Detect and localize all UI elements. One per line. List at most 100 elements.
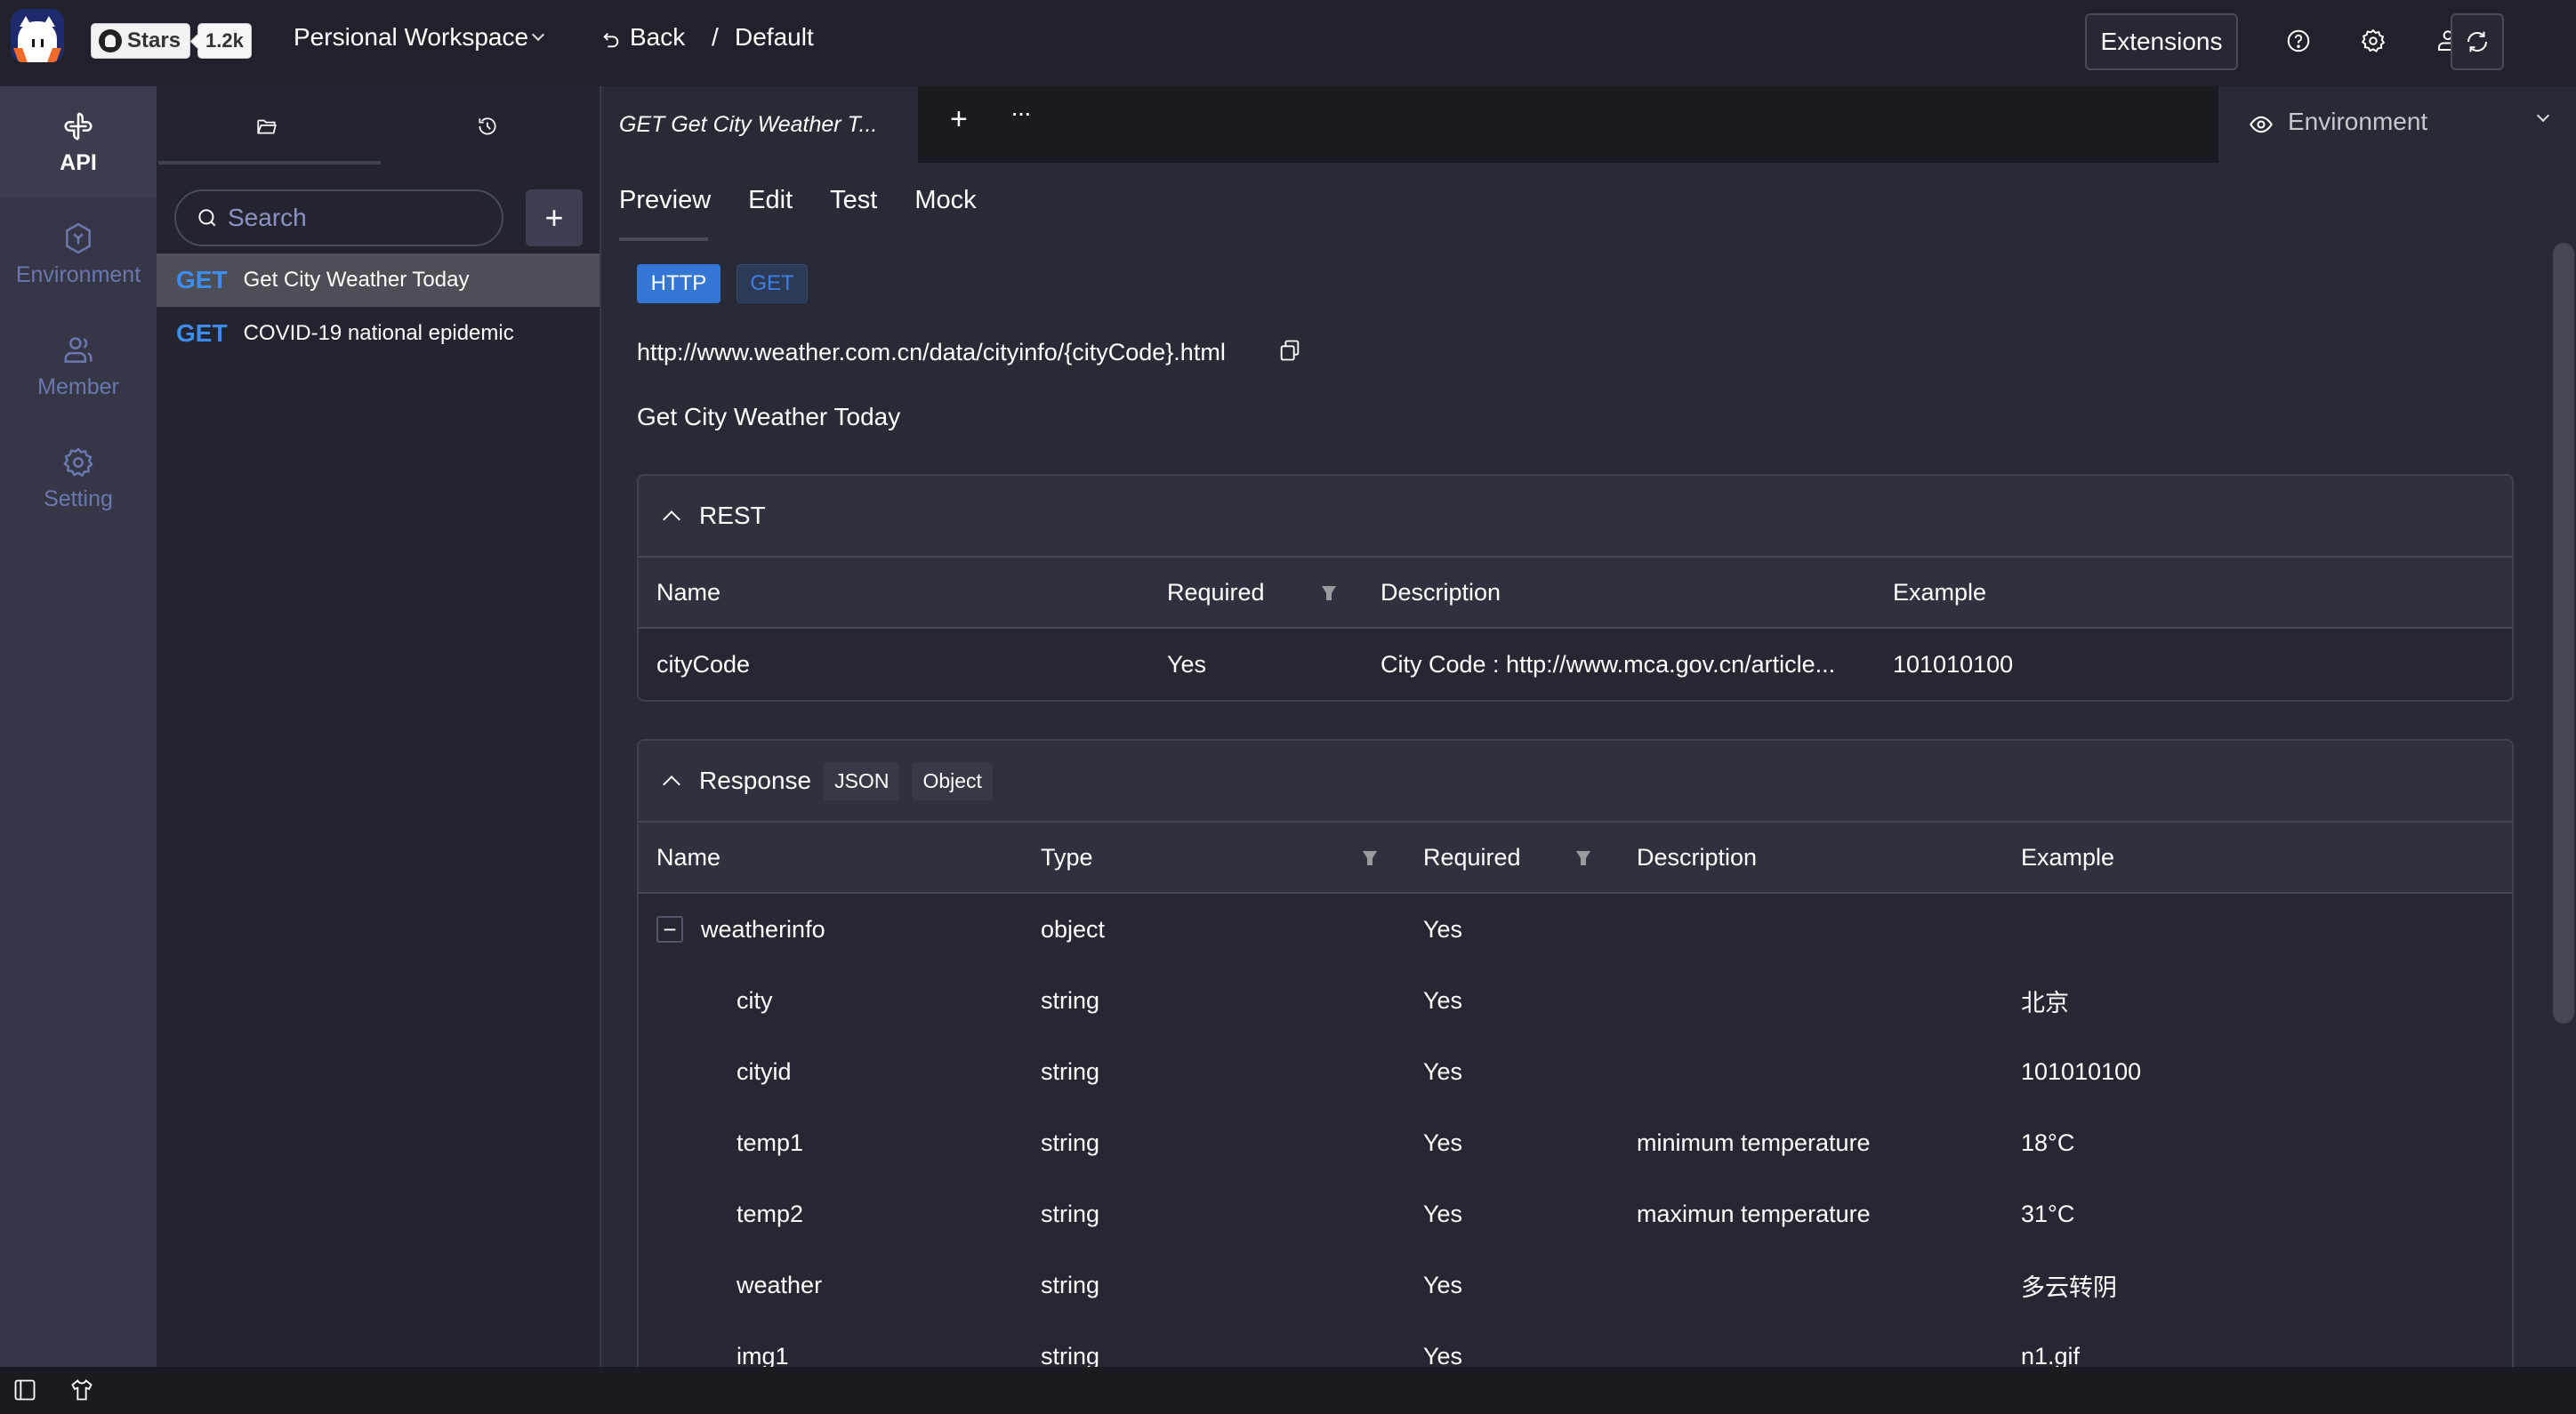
chevron-down-icon <box>2536 108 2550 123</box>
column-header: Example <box>1893 578 1987 606</box>
response-format-tag: JSON <box>824 761 900 800</box>
github-stars-count[interactable]: 1.2k <box>197 23 252 59</box>
back-label: Back <box>630 23 686 51</box>
help-icon[interactable] <box>2281 23 2316 59</box>
param-description: City Code : http://www.mca.gov.cn/articl… <box>1381 650 1836 678</box>
back-button[interactable]: Back <box>601 23 685 52</box>
api-list-item[interactable]: GET Get City Weather Today <box>157 253 600 307</box>
add-tab-button[interactable]: + <box>950 102 968 137</box>
github-stars-button[interactable]: Stars <box>91 23 191 59</box>
more-tabs-button[interactable]: ··· <box>1010 99 1032 127</box>
toggle-sidebar-icon[interactable] <box>12 1378 37 1402</box>
filter-icon[interactable] <box>1320 582 1338 604</box>
field-name: weatherinfo <box>701 915 825 943</box>
nav-item-environment[interactable]: Environment <box>0 198 157 310</box>
tab-mock[interactable]: Mock <box>914 186 976 215</box>
api-list-item[interactable]: GET COVID-19 national epidemic <box>157 307 600 360</box>
api-url: http://www.weather.com.cn/data/cityinfo/… <box>637 339 1226 366</box>
field-type: string <box>1041 1271 1100 1298</box>
folder-icon <box>257 119 277 134</box>
undo-back-icon <box>601 28 621 48</box>
field-description: minimum temperature <box>1637 1129 1871 1156</box>
tab-test[interactable]: Test <box>830 186 877 215</box>
field-name-cell: − weatherinfo <box>656 894 825 965</box>
nav-label: Setting <box>44 486 113 511</box>
response-type-tag: Object <box>912 761 993 800</box>
param-example: 101010100 <box>1893 650 2014 678</box>
vertical-scrollbar[interactable] <box>2553 243 2574 1024</box>
nav-item-member[interactable]: Member <box>0 310 157 422</box>
nav-item-setting[interactable]: Setting <box>0 422 157 534</box>
field-required: Yes <box>1423 1057 1463 1085</box>
eye-icon[interactable] <box>2249 113 2274 141</box>
field-name: city <box>737 986 773 1014</box>
api-method: GET <box>176 266 228 293</box>
tab-history[interactable] <box>461 104 514 149</box>
github-stars-label: Stars <box>127 28 181 52</box>
field-example: 31°C <box>2021 1200 2075 1227</box>
rest-panel: REST Name Required Description Example c… <box>637 474 2514 702</box>
table-row: temp2 string Yes maximun temperature 31°… <box>639 1178 2512 1249</box>
filter-icon[interactable] <box>1574 848 1592 869</box>
api-list-panel: + GET Get City Weather Today GET COVID-1… <box>157 86 601 1367</box>
response-panel: Response JSON Object Name Type Required … <box>637 739 2514 1379</box>
copy-icon[interactable] <box>1277 338 1302 363</box>
method-badge: GET <box>737 264 808 303</box>
field-description: maximun temperature <box>1637 1200 1871 1227</box>
response-panel-header[interactable]: Response JSON Object <box>639 741 2512 823</box>
nav-label: Environment <box>15 261 141 287</box>
tab-preview[interactable]: Preview <box>619 186 711 215</box>
table-row: weather string Yes 多云转阴 <box>639 1249 2512 1321</box>
add-api-button[interactable]: + <box>526 189 583 246</box>
table-row: − weatherinfo object Yes <box>639 894 2512 965</box>
environment-icon <box>66 222 91 253</box>
left-nav: API Environment Member Setting <box>0 86 157 1367</box>
field-name: temp1 <box>737 1129 804 1156</box>
tab-api-folder[interactable] <box>240 104 294 149</box>
filter-icon[interactable] <box>1361 848 1379 869</box>
search-input[interactable] <box>228 204 477 232</box>
api-name: Get City Weather Today <box>243 268 470 292</box>
app-logo[interactable] <box>11 9 64 62</box>
column-header: Description <box>1381 578 1501 606</box>
api-icon <box>64 111 93 141</box>
environment-select[interactable]: Environment <box>2218 86 2576 163</box>
environment-label: Environment <box>2288 108 2428 135</box>
field-required: Yes <box>1423 1271 1463 1298</box>
bottom-bar <box>0 1367 2576 1414</box>
workspace-selector[interactable]: Persional Workspace <box>294 23 545 52</box>
search-box[interactable] <box>174 189 503 246</box>
nav-item-api[interactable]: API <box>0 86 157 198</box>
tab-edit[interactable]: Edit <box>748 186 793 215</box>
top-bar: Stars 1.2k Persional Workspace Back / De… <box>0 0 2576 86</box>
collapse-toggle[interactable]: − <box>656 916 683 943</box>
column-header: Required <box>1423 843 1521 871</box>
table-row: cityid string Yes 101010100 <box>639 1036 2512 1107</box>
field-type: object <box>1041 915 1106 943</box>
rest-panel-header[interactable]: REST <box>639 476 2512 558</box>
breadcrumb-current[interactable]: Default <box>735 23 814 52</box>
nav-label: Member <box>37 374 119 399</box>
app-root: Stars 1.2k Persional Workspace Back / De… <box>0 0 2576 1414</box>
rest-title: REST <box>699 502 766 529</box>
side-tab-underline <box>158 161 381 165</box>
extensions-button[interactable]: Extensions <box>2085 13 2238 70</box>
rest-table-header: Name Required Description Example <box>639 558 2512 629</box>
field-example: 北京 <box>2021 989 2069 1016</box>
refresh-button[interactable] <box>2451 13 2504 70</box>
api-method: GET <box>176 319 228 347</box>
theme-shirt-icon[interactable] <box>69 1378 94 1402</box>
search-icon <box>198 209 216 227</box>
field-name: cityid <box>737 1057 792 1085</box>
field-required: Yes <box>1423 1200 1463 1227</box>
settings-icon[interactable] <box>2355 23 2391 59</box>
workspace-name: Persional Workspace <box>294 23 529 51</box>
main-content: GET Get City Weather T... + ··· Environm… <box>601 86 2576 1379</box>
tab-get-city-weather[interactable]: GET Get City Weather T... <box>601 86 918 163</box>
response-title: Response <box>699 767 812 794</box>
param-required: Yes <box>1167 650 1207 678</box>
refresh-icon <box>2467 31 2487 52</box>
field-name: temp2 <box>737 1200 804 1227</box>
github-icon <box>99 29 122 52</box>
tab-strip: GET Get City Weather T... + ··· <box>601 86 2218 163</box>
